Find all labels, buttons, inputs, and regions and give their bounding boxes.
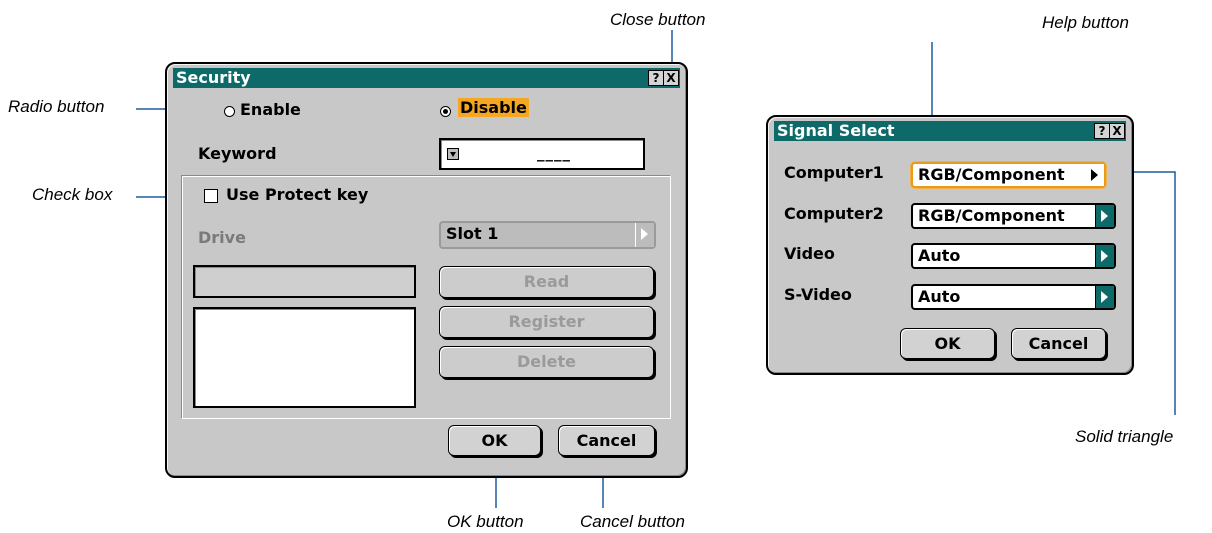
triangle-icon: [1095, 245, 1114, 267]
video-label: Video: [784, 244, 835, 263]
signal-select-titlebar: Signal Select ? X: [774, 121, 1126, 141]
security-dialog: Security ? X Enable Disable Keyword ____…: [165, 62, 688, 478]
close-button[interactable]: X: [663, 70, 679, 86]
computer2-select[interactable]: RGB/Component: [911, 203, 1116, 229]
keyword-field[interactable]: ____: [439, 138, 645, 170]
use-protect-key-label: Use Protect key: [226, 185, 369, 204]
help-button-callout: Help button: [1042, 13, 1129, 32]
computer2-value: RGB/Component: [918, 206, 1065, 225]
dialog-title: Security: [176, 68, 251, 87]
s-video-select[interactable]: Auto: [911, 284, 1116, 310]
computer1-select[interactable]: RGB/Component: [911, 162, 1106, 188]
keyword-value: ____: [537, 144, 571, 162]
computer2-label: Computer2: [784, 204, 884, 223]
enable-label: Enable: [240, 100, 301, 119]
signal-select-dialog: Signal Select ? X Computer1 RGB/Componen…: [766, 115, 1134, 375]
key-list-box[interactable]: [193, 307, 416, 408]
drive-name-field: [193, 265, 416, 298]
triangle-icon: [1095, 286, 1114, 308]
register-button[interactable]: Register: [439, 306, 654, 338]
drive-label: Drive: [198, 228, 246, 247]
drive-value: Slot 1: [446, 224, 499, 243]
keyword-dropdown-icon[interactable]: [447, 148, 459, 160]
drive-select[interactable]: Slot 1: [439, 221, 656, 249]
ok-button[interactable]: OK: [448, 425, 541, 456]
computer1-label: Computer1: [784, 163, 884, 182]
triangle-icon: [1095, 205, 1114, 227]
enable-radio[interactable]: [224, 106, 235, 117]
help-button[interactable]: ?: [1094, 123, 1110, 139]
dialog-title: Signal Select: [777, 121, 895, 140]
s-video-label: S-Video: [784, 285, 852, 304]
disable-label: Disable: [458, 98, 529, 117]
cancel-button[interactable]: Cancel: [1011, 328, 1106, 359]
help-button[interactable]: ?: [648, 70, 664, 86]
s-video-value: Auto: [918, 287, 961, 306]
use-protect-key-checkbox[interactable]: [204, 189, 218, 203]
cancel-button-callout: Cancel button: [580, 512, 685, 531]
check-box-callout: Check box: [32, 185, 113, 204]
computer1-value: RGB/Component: [918, 165, 1065, 184]
security-titlebar: Security ? X: [173, 68, 680, 88]
solid-triangle-callout: Solid triangle: [1075, 427, 1174, 446]
read-button[interactable]: Read: [439, 266, 654, 298]
drive-arrow-icon: [635, 223, 654, 247]
delete-button[interactable]: Delete: [439, 346, 654, 378]
radio-button-callout: Radio button: [8, 97, 105, 116]
close-button[interactable]: X: [1109, 123, 1125, 139]
close-button-callout: Close button: [610, 10, 706, 29]
video-select[interactable]: Auto: [911, 243, 1116, 269]
ok-button-callout: OK button: [447, 512, 524, 531]
disable-radio[interactable]: [440, 106, 451, 117]
solid-triangle-icon: [1086, 164, 1104, 186]
ok-button[interactable]: OK: [900, 328, 995, 359]
video-value: Auto: [918, 246, 961, 265]
cancel-button[interactable]: Cancel: [558, 425, 655, 456]
keyword-label: Keyword: [198, 144, 277, 163]
